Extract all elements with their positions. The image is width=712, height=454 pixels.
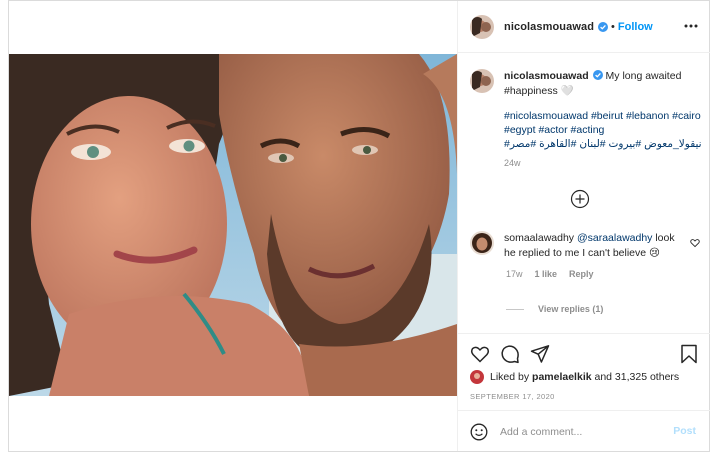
- emoji-icon[interactable]: [470, 423, 488, 441]
- verified-badge-icon: [592, 70, 603, 80]
- plus-circle-icon[interactable]: [570, 189, 590, 209]
- post-actions: Liked by pamelaelkik and 31,325 others S…: [458, 333, 710, 451]
- comment-input[interactable]: Add a comment...: [500, 426, 582, 438]
- heart-icon[interactable]: [470, 344, 490, 364]
- author-avatar[interactable]: [470, 14, 494, 39]
- caption-avatar[interactable]: [470, 69, 494, 93]
- comment-likes[interactable]: 1 like: [535, 269, 558, 279]
- caption-arabic-hashtags[interactable]: #نيقولا_معوض #بيروت #لبنان #القاهرة #مصر: [504, 137, 702, 151]
- caption-username[interactable]: nicolasmouawad: [504, 70, 589, 82]
- comment-text-block: somaalawadhy @saraalawadhy look he repli…: [504, 231, 680, 261]
- post-comment-button[interactable]: Post: [673, 425, 696, 437]
- caption-hashtags[interactable]: #nicolasmouawad #beirut #lebanon #cairo …: [504, 109, 704, 137]
- post-photo[interactable]: [9, 54, 457, 396]
- likes-prefix: Liked by: [490, 371, 530, 383]
- comment-icon[interactable]: [500, 344, 520, 364]
- avatar-image: [470, 69, 494, 93]
- post-date: SEPTEMBER 17, 2020: [470, 392, 555, 401]
- photo-area: [9, 1, 457, 451]
- post-caption: nicolasmouawad My long awaited #happines…: [470, 69, 702, 168]
- action-icons: [470, 344, 698, 366]
- page: nicolasmouawad • Follow nicolasmouawad M…: [0, 0, 712, 454]
- avatar-image: [470, 14, 494, 39]
- comment-username[interactable]: somaalawadhy: [504, 232, 574, 244]
- liker-avatar[interactable]: [470, 370, 484, 384]
- verified-badge-icon: [598, 21, 609, 32]
- selfie-image: [9, 54, 457, 396]
- caption-text-block: nicolasmouawad My long awaited #happines…: [504, 69, 700, 99]
- author-username[interactable]: nicolasmouawad: [504, 21, 594, 33]
- commenter-avatar[interactable]: [470, 231, 494, 255]
- comment-item: somaalawadhy @saraalawadhy look he repli…: [470, 231, 702, 279]
- share-icon[interactable]: [530, 344, 550, 364]
- follow-button[interactable]: Follow: [618, 21, 653, 33]
- header-separator: •: [611, 20, 615, 33]
- comment-mention[interactable]: @saraalawadhy: [577, 232, 652, 244]
- comment-reply-button[interactable]: Reply: [569, 269, 594, 279]
- replies-divider: [506, 308, 524, 310]
- likes-summary: Liked by pamelaelkik and 31,325 others: [470, 370, 679, 384]
- avatar-image: [470, 370, 484, 384]
- post-card: nicolasmouawad • Follow nicolasmouawad M…: [8, 0, 710, 452]
- view-replies-label: View replies (1): [538, 304, 604, 314]
- comment-meta: 17w 1 like Reply: [506, 269, 702, 279]
- bookmark-icon[interactable]: [680, 344, 698, 364]
- caption-age: 24w: [504, 158, 521, 168]
- comment-like-heart-icon[interactable]: [690, 238, 700, 248]
- likes-others[interactable]: and 31,325 others: [595, 371, 680, 383]
- add-comment-bar: Add a comment... Post: [458, 410, 710, 452]
- post-sidebar: nicolasmouawad • Follow nicolasmouawad M…: [457, 1, 710, 451]
- view-replies-button[interactable]: View replies (1): [506, 304, 603, 314]
- more-icon[interactable]: [684, 19, 698, 33]
- liker-username[interactable]: pamelaelkik: [532, 371, 592, 383]
- post-header: nicolasmouawad • Follow: [458, 1, 710, 53]
- avatar-image: [470, 231, 494, 255]
- comment-age: 17w: [506, 269, 523, 279]
